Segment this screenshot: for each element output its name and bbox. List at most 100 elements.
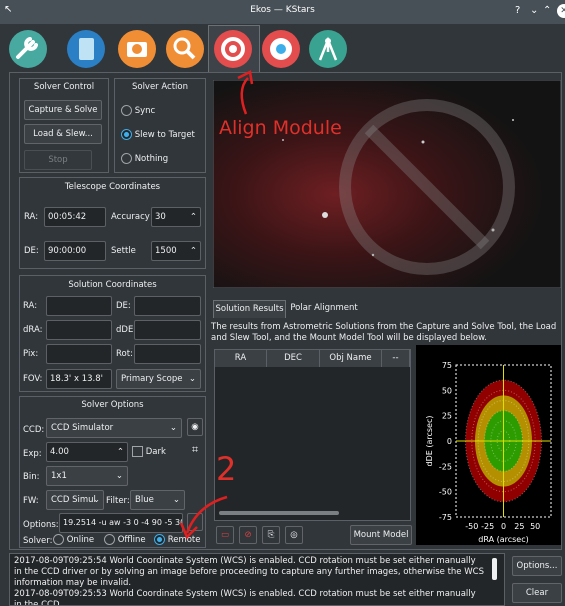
annotation-arrow-1 xyxy=(237,70,254,115)
online-radio-indicator[interactable] xyxy=(53,534,64,545)
ccd-value: CCD Simulator xyxy=(51,423,114,433)
slew-radio[interactable]: Slew to Target xyxy=(121,129,195,140)
col-obj-name[interactable]: Obj Name xyxy=(320,350,382,367)
capture-tab-icon[interactable] xyxy=(67,30,105,68)
slew-radio-indicator[interactable] xyxy=(121,129,132,140)
guide-tab-icon[interactable] xyxy=(262,30,300,68)
spin-arrows-icon[interactable]: ⌃ xyxy=(117,443,124,461)
col-extra[interactable]: -- xyxy=(382,350,410,367)
offline-radio-indicator[interactable] xyxy=(104,534,115,545)
scope-combo[interactable]: Primary Scope ⌄ xyxy=(116,369,201,389)
spin-arrows-icon[interactable]: ⌃ xyxy=(190,208,197,226)
sol-ra-field xyxy=(46,296,112,316)
dde-label: dDE xyxy=(116,325,134,335)
dde-field xyxy=(134,320,201,340)
y-axis-label: dDE (arcsec) xyxy=(425,416,434,467)
ccd-label: CCD: xyxy=(23,425,45,435)
log-line-2: 2017-08-09T09:25:53 World Coordinate Sys… xyxy=(14,589,476,606)
y-tick-label: -25 xyxy=(439,462,452,471)
telescope-coordinates-title: Telescope Coordinates xyxy=(64,182,161,192)
results-description: The results from Astrometric Solutions f… xyxy=(211,322,557,343)
bin-combo[interactable]: 1x1 ⌄ xyxy=(46,466,128,486)
remote-radio-indicator[interactable] xyxy=(154,534,165,545)
tab-polar-alignment[interactable]: Polar Alignment xyxy=(289,303,359,313)
y-tick-label: 25 xyxy=(442,412,452,421)
x-tick-label: 25 xyxy=(514,522,524,531)
y-tick-label: -75 xyxy=(439,513,452,522)
solve-icon[interactable]: ◎ xyxy=(285,526,303,544)
sol-ra-label: RA: xyxy=(23,301,38,311)
accuracy-spinbox[interactable]: 30 ⌃ xyxy=(151,207,201,227)
x-tick-label: -25 xyxy=(481,522,494,531)
align-tab-icon[interactable] xyxy=(214,30,252,68)
close-button[interactable]: ✕ xyxy=(557,4,565,18)
filter-label: Filter: xyxy=(106,496,130,506)
sync-radio-indicator[interactable] xyxy=(121,105,132,116)
dark-label: Dark xyxy=(145,447,166,457)
offline-radio[interactable]: Offline xyxy=(104,534,146,545)
dark-checkbox[interactable]: Dark xyxy=(132,446,166,457)
slew-label: Slew to Target xyxy=(134,130,195,140)
chevron-down-icon: ⌄ xyxy=(169,423,177,433)
log-options-button[interactable]: Options... xyxy=(512,556,562,576)
ra-field[interactable]: 00:05:42 xyxy=(44,207,106,227)
chevron-down-icon: ⌄ xyxy=(115,471,123,481)
minimize-button[interactable]: ⌄ xyxy=(530,5,538,16)
sync-label: Sync xyxy=(134,106,156,116)
maximize-button[interactable]: ⌃ xyxy=(543,5,551,16)
subframe-icon[interactable]: ⌗ xyxy=(187,442,203,460)
mount-tab-icon[interactable] xyxy=(309,30,347,68)
export-icon[interactable]: ⎘ xyxy=(262,526,280,544)
exp-label: Exp: xyxy=(23,449,42,459)
log-clear-button[interactable]: Clear xyxy=(512,583,562,603)
fov-field: 18.3' x 13.8' xyxy=(46,369,112,389)
solver-options-field[interactable]: 19.2514 -u aw -3 0 -4 90 -5 30 xyxy=(59,513,183,533)
nothing-radio-indicator[interactable] xyxy=(121,153,132,164)
sol-de-label: DE: xyxy=(116,301,131,311)
camera-tab-icon[interactable] xyxy=(118,30,156,68)
de-field[interactable]: 90:00:00 xyxy=(44,241,106,261)
x-tick-label: 0 xyxy=(501,522,506,531)
spin-arrows-icon[interactable]: ⌃ xyxy=(190,242,197,260)
mount-model-button[interactable]: Mount Model xyxy=(350,525,412,545)
ccd-settings-icon[interactable]: ◉ xyxy=(187,418,203,436)
align-scatter-chart: 7550250-25-50-75-50 -25 0 25 50dRA (arcsec)d… xyxy=(416,345,561,545)
nothing-radio[interactable]: Nothing xyxy=(121,153,168,164)
solver-label: Solver: xyxy=(23,536,53,546)
exp-value: 4.00 xyxy=(50,447,69,457)
dark-checkbox-box[interactable] xyxy=(132,446,143,457)
col-dec[interactable]: DEC xyxy=(267,350,320,367)
fw-combo[interactable]: CCD Simul ⌄ xyxy=(46,490,104,510)
fov-label: FOV: xyxy=(23,374,43,384)
stop-button[interactable]: Stop xyxy=(24,150,92,170)
col-ra[interactable]: RA xyxy=(215,350,267,367)
align-module-annotation: Align Module xyxy=(219,117,342,139)
bin-label: Bin: xyxy=(23,472,40,482)
dra-field xyxy=(46,320,112,340)
rot-label: Rot: xyxy=(116,349,133,359)
log-panel[interactable]: 2017-08-09T09:25:54 World Coordinate Sys… xyxy=(9,553,505,606)
tab-solution-results[interactable]: Solution Results xyxy=(213,300,286,318)
exp-spinbox[interactable]: 4.00 ⌃ xyxy=(46,442,128,462)
log-scrollbar[interactable] xyxy=(492,558,497,580)
chevron-down-icon: ⌄ xyxy=(188,374,196,384)
sync-radio[interactable]: Sync xyxy=(121,105,155,116)
help-button[interactable]: ? xyxy=(515,5,520,16)
focus-tab-icon[interactable] xyxy=(166,30,204,68)
ccd-combo[interactable]: CCD Simulator ⌄ xyxy=(46,418,182,438)
capture-solve-button[interactable]: Capture & Solve xyxy=(24,100,102,120)
offline-label: Offline xyxy=(117,535,146,545)
load-slew-button[interactable]: Load & Slew... xyxy=(24,124,102,144)
accuracy-label: Accuracy xyxy=(111,212,150,222)
settle-spinbox[interactable]: 1500 ⌃ xyxy=(151,241,201,261)
online-radio[interactable]: Online xyxy=(53,534,94,545)
fw-label: FW: xyxy=(23,496,39,506)
setup-tab-icon[interactable] xyxy=(9,30,47,68)
pix-field xyxy=(46,344,112,364)
filter-value: Blue xyxy=(135,495,154,505)
scope-value: Primary Scope xyxy=(121,374,183,384)
annotation-arrow-2 xyxy=(179,495,228,540)
online-label: Online xyxy=(66,535,95,545)
bin-value: 1x1 xyxy=(51,471,67,481)
fw-value: CCD Simul xyxy=(51,495,96,505)
